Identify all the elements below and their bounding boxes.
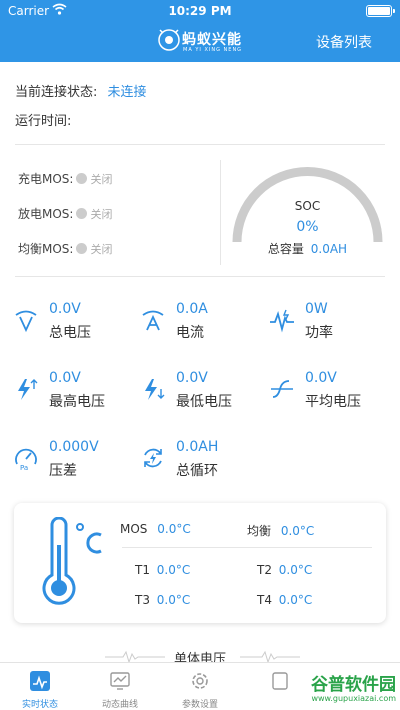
watermark: 谷普软件园 www.gupuxiazai.com <box>278 670 396 710</box>
t4-temp-label: T4 <box>257 593 272 607</box>
avg-voltage-metric: 0.0V 平均电压 <box>269 370 384 414</box>
runtime-label: 运行时间: <box>15 114 72 129</box>
t1-temp-label: T1 <box>135 563 150 577</box>
current-icon <box>142 310 164 331</box>
watermark-main: 谷普软件园 <box>311 675 396 695</box>
tab-dynamic-curve[interactable]: 动态曲线 <box>80 663 160 710</box>
avg-voltage-label: 平均电压 <box>305 394 361 410</box>
current-label: 电流 <box>176 325 204 341</box>
t4-temp-value: 0.0°C <box>278 593 313 607</box>
pressure-diff-metric: Pa 0.000V 压差 <box>13 439 128 483</box>
min-voltage-label: 最低电压 <box>176 394 232 410</box>
max-voltage-value: 0.0V <box>49 370 81 386</box>
total-voltage-icon <box>15 310 37 333</box>
nav-bar: 蚂蚁兴能 MA YI XING NENG 设备列表 <box>0 22 400 62</box>
t1-temp-value: 0.0°C <box>156 563 191 577</box>
avg-voltage-value: 0.0V <box>305 370 337 386</box>
charge-mos: 充电MOS: 关闭 <box>18 170 112 187</box>
balance-mos-state: 关闭 <box>90 243 113 256</box>
power-metric: 0W 功率 <box>269 301 384 345</box>
max-voltage-label: 最高电压 <box>49 394 105 410</box>
temperature-card: MOS 0.0°C 均衡 0.0°C T1 0.0°C T2 0.0°C T3 … <box>14 503 386 623</box>
balance-temp: 均衡 0.0°C <box>247 522 314 539</box>
mos-temp-label: MOS <box>120 522 148 536</box>
svg-text:Pa: Pa <box>20 464 28 471</box>
t2-temp-label: T2 <box>257 563 272 577</box>
divider <box>15 144 385 145</box>
discharge-mos: 放电MOS: 关闭 <box>18 205 112 222</box>
cycle-metric: 0.0AH 总循环 <box>140 439 255 483</box>
app-logo: 蚂蚁兴能 MA YI XING NENG <box>158 27 248 57</box>
t3-temp-value: 0.0°C <box>156 593 191 607</box>
charge-mos-label: 充电MOS: <box>18 172 74 186</box>
total-capacity-label: 总容量 <box>267 242 304 256</box>
power-value: 0W <box>305 301 328 317</box>
tab-parameter-settings[interactable]: 参数设置 <box>160 663 240 710</box>
divider <box>122 547 372 548</box>
total-voltage-metric: 0.0V 总电压 <box>13 301 128 345</box>
discharge-mos-label: 放电MOS: <box>18 207 74 221</box>
t2-temp: T2 0.0°C <box>257 563 312 577</box>
discharge-mos-indicator <box>76 208 88 219</box>
charge-mos-indicator <box>76 173 88 184</box>
vertical-divider <box>220 160 221 265</box>
clock: 10:29 PM <box>168 4 232 18</box>
connection-status-label: 当前连接状态: <box>15 85 98 100</box>
charge-mos-state: 关闭 <box>90 173 113 186</box>
connection-status-value: 未连接 <box>107 85 147 100</box>
dynamic-curve-icon <box>110 672 130 690</box>
max-voltage-icon <box>18 379 38 400</box>
t3-temp-label: T3 <box>135 593 150 607</box>
total-voltage-value: 0.0V <box>49 301 81 317</box>
device-list-button[interactable]: 设备列表 <box>316 32 372 52</box>
cycle-value: 0.0AH <box>176 439 219 455</box>
tab-realtime-status-label: 实时状态 <box>21 700 58 710</box>
mos-temp: MOS 0.0°C <box>120 522 191 536</box>
t3-temp: T3 0.0°C <box>135 593 190 607</box>
max-voltage-metric: 0.0V 最高电压 <box>13 370 128 414</box>
brand-subtitle: MA YI XING NENG <box>183 47 243 53</box>
balance-mos: 均衡MOS: 关闭 <box>18 240 112 257</box>
total-voltage-label: 总电压 <box>49 325 91 341</box>
pressure-diff-icon: Pa <box>15 448 37 471</box>
min-voltage-icon <box>145 379 165 400</box>
tab-dynamic-curve-label: 动态曲线 <box>101 700 138 710</box>
discharge-mos-state: 关闭 <box>90 208 113 221</box>
divider <box>15 276 385 277</box>
power-label: 功率 <box>305 325 333 341</box>
t4-temp: T4 0.0°C <box>257 593 312 607</box>
balance-temp-label: 均衡 <box>247 524 272 538</box>
realtime-status-icon <box>30 671 50 691</box>
avg-voltage-icon <box>271 380 293 398</box>
tab-parameter-settings-label: 参数设置 <box>181 700 218 710</box>
current-metric: 0.0A 电流 <box>140 301 255 345</box>
balance-temp-value: 0.0°C <box>280 524 315 538</box>
soc-title: SOC <box>294 199 321 213</box>
t2-temp-value: 0.0°C <box>278 563 313 577</box>
total-capacity-value: 0.0AH <box>310 242 348 256</box>
connection-status: 当前连接状态: 未连接 <box>15 81 147 100</box>
power-icon <box>270 309 294 333</box>
balance-mos-indicator <box>76 243 88 254</box>
mos-temp-value: 0.0°C <box>157 522 191 536</box>
status-bar: Carrier 10:29 PM <box>0 0 400 22</box>
cycle-label: 总循环 <box>176 463 218 479</box>
t1-temp: T1 0.0°C <box>135 563 190 577</box>
total-capacity: 总容量 0.0AH <box>225 240 390 257</box>
current-value: 0.0A <box>176 301 208 317</box>
ant-logo-icon <box>158 29 180 51</box>
thermometer-icon <box>42 517 102 605</box>
battery-icon <box>366 5 395 17</box>
soc-value: 0% <box>296 219 319 235</box>
cycle-icon <box>144 448 162 468</box>
pressure-diff-label: 压差 <box>49 463 77 479</box>
settings-gear-icon <box>192 673 208 689</box>
min-voltage-metric: 0.0V 最低电压 <box>140 370 255 414</box>
pressure-diff-value: 0.000V <box>49 439 99 455</box>
tab-realtime-status[interactable]: 实时状态 <box>0 663 80 710</box>
min-voltage-value: 0.0V <box>176 370 208 386</box>
balance-mos-label: 均衡MOS: <box>18 242 74 256</box>
watermark-url: www.gupuxiazai.com <box>311 694 396 703</box>
brand-name: 蚂蚁兴能 <box>182 32 242 48</box>
